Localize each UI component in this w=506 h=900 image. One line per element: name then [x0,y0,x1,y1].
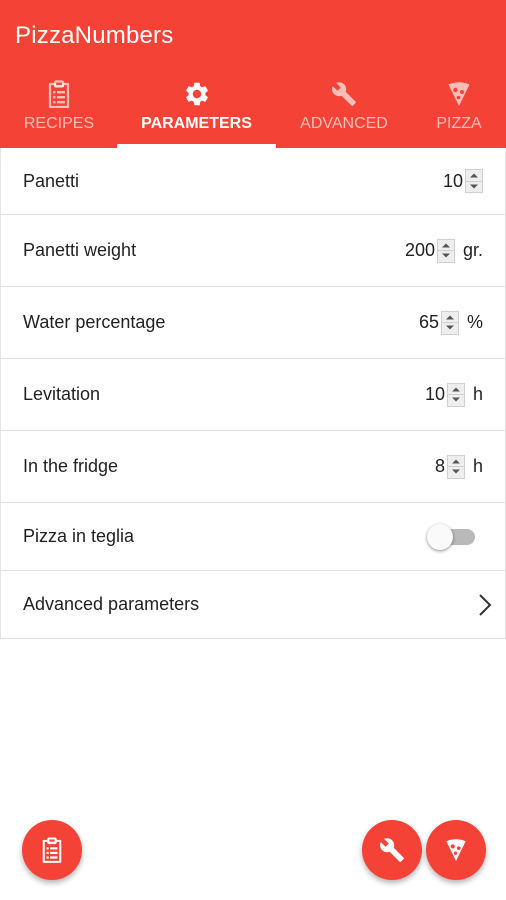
levitation-spinner[interactable] [446,382,465,407]
fridge-unit: h [472,456,483,476]
water-percentage-value[interactable]: 65 [419,312,439,333]
fridge-stepper[interactable]: 8 h [435,452,483,482]
panetti-spinner[interactable] [465,169,483,193]
stepper-down-icon[interactable] [441,322,458,334]
tab-pizza[interactable]: PIZZA [428,74,490,148]
stepper-down-icon[interactable] [447,466,464,478]
panetti-weight-label: Panetti weight [23,240,137,260]
app-title: PizzaNumbers [15,22,174,49]
pizza-slice-icon [445,837,467,863]
recipes-fab[interactable] [22,820,82,880]
clipboard-icon [44,78,74,110]
list-item-levitation: Levitation 10 h [1,359,505,431]
water-percentage-label: Water percentage [23,312,166,332]
panetti-weight-spinner[interactable] [436,238,455,263]
advanced-parameters-label: Advanced parameters [23,594,200,614]
panetti-weight-stepper[interactable]: 200 gr. [405,236,483,266]
parameters-list: Panetti 10 Panetti weight 200 gr. Water … [0,148,506,639]
tab-parameters-label: PARAMETERS [141,115,252,132]
pizza-in-teglia-toggle[interactable] [427,522,477,552]
tab-bar: RECIPES PARAMETERS ADVANCED PIZZA [0,74,506,148]
list-item-water-percentage: Water percentage 65 % [1,287,505,359]
tab-recipes[interactable]: RECIPES [16,74,102,148]
pizza-fab[interactable] [426,820,486,880]
app-bar: PizzaNumbers RECIPES PARAMETERS ADVANCED… [0,0,506,148]
water-percentage-unit: % [466,312,483,332]
levitation-label: Levitation [23,384,101,404]
fridge-spinner[interactable] [446,454,465,479]
list-item-panetti-weight: Panetti weight 200 gr. [1,215,505,287]
stepper-up-icon[interactable] [466,170,482,181]
tab-recipes-label: RECIPES [23,115,95,132]
stepper-down-icon[interactable] [437,250,454,262]
list-item-advanced-parameters[interactable]: Advanced parameters [1,571,505,639]
levitation-unit: h [472,384,483,404]
pizza-slice-icon [444,78,474,110]
levitation-value[interactable]: 10 [425,384,445,405]
advanced-fab[interactable] [362,820,422,880]
stepper-up-icon[interactable] [442,312,458,323]
stepper-down-icon[interactable] [466,180,482,193]
gear-icon [182,78,212,110]
list-item-pizza-in-teglia: Pizza in teglia [1,503,505,571]
toggle-thumb[interactable] [427,523,453,550]
fridge-value[interactable]: 8 [435,456,445,477]
water-percentage-stepper[interactable]: 65 % [419,308,483,338]
list-item-fridge: In the fridge 8 h [1,431,505,503]
panetti-value[interactable]: 10 [443,171,463,192]
tab-advanced-label: ADVANCED [300,115,388,132]
stepper-up-icon[interactable] [448,384,464,395]
tab-pizza-label: PIZZA [436,115,482,132]
wrench-icon [379,837,405,863]
levitation-stepper[interactable]: 10 h [425,380,483,410]
tab-advanced[interactable]: ADVANCED [294,74,394,148]
panetti-weight-value[interactable]: 200 [405,240,435,261]
water-percentage-spinner[interactable] [440,310,459,335]
stepper-up-icon[interactable] [438,240,454,251]
stepper-down-icon[interactable] [447,394,464,406]
list-item-panetti: Panetti 10 [1,148,505,215]
tab-parameters[interactable]: PARAMETERS [117,74,276,148]
fridge-label: In the fridge [23,456,119,476]
clipboard-icon [41,837,63,863]
panetti-label: Panetti [23,170,80,191]
pizza-in-teglia-label: Pizza in teglia [23,526,135,546]
chevron-right-icon [479,593,492,616]
wrench-icon [329,78,359,110]
stepper-up-icon[interactable] [448,456,464,467]
panetti-weight-unit: gr. [462,240,483,260]
panetti-stepper[interactable]: 10 [443,166,483,196]
